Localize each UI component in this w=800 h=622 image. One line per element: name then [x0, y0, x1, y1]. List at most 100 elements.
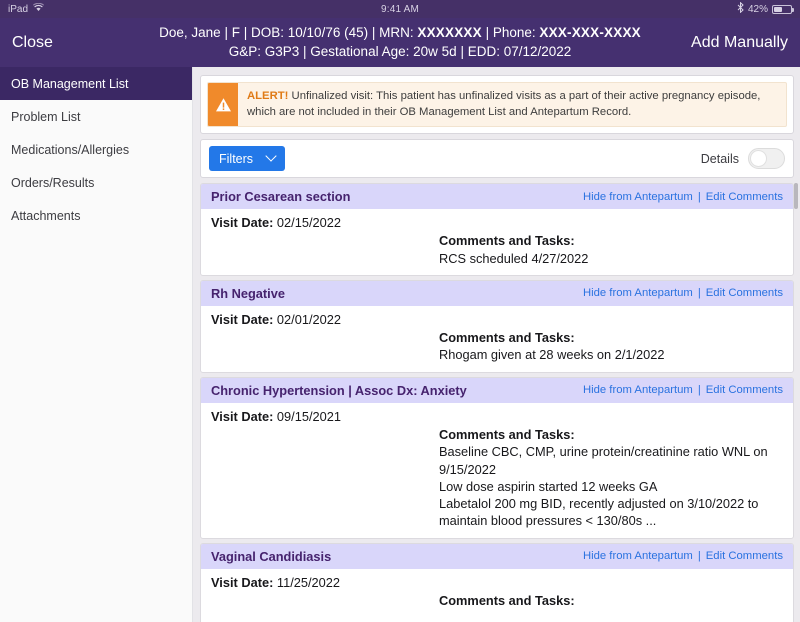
- comments-cell: Comments and Tasks: RCS scheduled 4/27/2…: [439, 215, 783, 267]
- details-toggle[interactable]: [748, 148, 785, 170]
- sidebar-item-attachments[interactable]: Attachments: [0, 199, 192, 232]
- sidebar-navigation: OB Management List Problem List Medicati…: [0, 67, 193, 622]
- visit-date-cell: Visit Date: 02/01/2022: [211, 312, 429, 364]
- alert-body-text: Unfinalized visit: This patient has unfi…: [247, 90, 761, 118]
- condition-body: Visit Date: 02/01/2022 Comments and Task…: [201, 306, 793, 372]
- gp-value: G3P3: [264, 43, 300, 59]
- battery-percent-label: 42%: [747, 3, 768, 15]
- app-screen: iPad 9:41 AM 42% Close Doe, Jane | F | D…: [0, 0, 800, 622]
- vertical-scrollbar[interactable]: [794, 183, 798, 210]
- condition-actions: Hide from Antepartum | Edit Comments: [583, 550, 783, 562]
- hide-from-antepartum-link[interactable]: Hide from Antepartum: [583, 191, 693, 203]
- condition-body: Visit Date: 02/15/2022 Comments and Task…: [201, 209, 793, 275]
- warning-triangle-icon: [208, 83, 238, 127]
- details-label: Details: [700, 151, 739, 166]
- sidebar-item-ob-management-list[interactable]: OB Management List: [0, 67, 192, 100]
- visit-date-label: Visit Date:: [211, 215, 274, 231]
- comments-cell: Comments and Tasks: Baseline CBC, CMP, u…: [439, 409, 783, 530]
- edit-comments-link[interactable]: Edit Comments: [706, 191, 783, 203]
- gestational-age-value: 20w 5d: [413, 43, 457, 59]
- comments-value: Baseline CBC, CMP, urine protein/creatin…: [439, 444, 768, 529]
- table-row: Rh Negative Hide from Antepartum | Edit …: [200, 279, 794, 373]
- hide-from-antepartum-link[interactable]: Hide from Antepartum: [583, 550, 693, 562]
- add-manually-button[interactable]: Add Manually: [691, 34, 788, 52]
- battery-icon: [772, 4, 794, 14]
- details-toggle-group: Details: [700, 148, 785, 170]
- visit-date-value: 02/15/2022: [276, 215, 341, 231]
- mrn-value: XXXXXXX: [417, 25, 482, 41]
- visit-date-cell: Visit Date: 11/25/2022: [211, 575, 429, 622]
- edit-comments-link[interactable]: Edit Comments: [706, 550, 783, 562]
- edit-comments-link[interactable]: Edit Comments: [706, 384, 783, 396]
- comments-label: Comments and Tasks:: [439, 233, 575, 249]
- sidebar-item-medications-allergies[interactable]: Medications/Allergies: [0, 133, 192, 166]
- condition-header: Vaginal Candidiasis Hide from Antepartum…: [201, 543, 793, 569]
- alert-message: ALERT! Unfinalized visit: This patient h…: [238, 83, 786, 126]
- condition-body: Visit Date: 11/25/2022 Comments and Task…: [201, 569, 793, 622]
- main-body: OB Management List Problem List Medicati…: [0, 67, 800, 622]
- sep: |: [243, 25, 251, 41]
- comments-value: Rhogam given at 28 weeks on 2/1/2022: [439, 347, 665, 363]
- details-toggle-knob: [750, 150, 767, 168]
- dob-label: DOB:: [251, 25, 285, 41]
- link-separator: |: [697, 287, 701, 300]
- patient-sex: F: [231, 25, 240, 41]
- comments-cell: Comments and Tasks: Rhogam given at 28 w…: [439, 312, 783, 364]
- sidebar-item-problem-list[interactable]: Problem List: [0, 100, 192, 133]
- gp-label: G&P:: [228, 43, 261, 59]
- comments-cell: Comments and Tasks:: [439, 575, 783, 622]
- close-button[interactable]: Close: [12, 34, 53, 52]
- comments-value: RCS scheduled 4/27/2022: [439, 250, 589, 266]
- visit-date-value: 11/25/2022: [276, 574, 341, 590]
- edit-comments-link[interactable]: Edit Comments: [706, 287, 783, 299]
- filters-button-label: Filters: [219, 151, 254, 166]
- dob-value: 10/10/76 (45): [287, 25, 369, 41]
- condition-body: Visit Date: 09/15/2021 Comments and Task…: [201, 403, 793, 538]
- link-separator: |: [697, 550, 701, 563]
- condition-actions: Hide from Antepartum | Edit Comments: [583, 191, 783, 203]
- hide-from-antepartum-link[interactable]: Hide from Antepartum: [583, 384, 693, 396]
- condition-title: Vaginal Candidiasis: [211, 548, 332, 564]
- link-separator: |: [697, 384, 701, 397]
- visit-date-value: 02/01/2022: [276, 311, 341, 327]
- status-bar-right: 42%: [737, 1, 794, 16]
- visit-date-value: 09/15/2021: [276, 408, 341, 424]
- sidebar-item-label: Problem List: [11, 109, 81, 124]
- mrn-label: MRN:: [379, 25, 414, 41]
- content-panel: ALERT! Unfinalized visit: This patient h…: [193, 67, 800, 622]
- chevron-down-icon: [265, 149, 277, 162]
- filters-button[interactable]: Filters: [209, 146, 286, 172]
- condition-list: Prior Cesarean section Hide from Antepar…: [200, 183, 798, 622]
- condition-title: Prior Cesarean section: [211, 189, 351, 205]
- sep: |: [460, 43, 468, 59]
- edd-value: 07/12/2022: [503, 43, 572, 59]
- sep: |: [224, 25, 232, 41]
- condition-title: Rh Negative: [211, 285, 285, 301]
- edd-label: EDD:: [467, 43, 500, 59]
- table-row: Vaginal Candidiasis Hide from Antepartum…: [200, 542, 794, 622]
- condition-header: Rh Negative Hide from Antepartum | Edit …: [201, 280, 793, 306]
- gestational-age-label: Gestational Age:: [310, 43, 410, 59]
- table-row: Prior Cesarean section Hide from Antepar…: [200, 183, 794, 276]
- hide-from-antepartum-link[interactable]: Hide from Antepartum: [583, 287, 693, 299]
- toolbar-card: Filters Details: [200, 139, 794, 179]
- condition-title: Chronic Hypertension | Assoc Dx: Anxiety: [211, 382, 467, 398]
- visit-date-label: Visit Date:: [211, 408, 274, 424]
- table-row: Chronic Hypertension | Assoc Dx: Anxiety…: [200, 376, 794, 539]
- top-navigation-bar: Close Doe, Jane | F | DOB: 10/10/76 (45)…: [0, 18, 800, 67]
- comments-label: Comments and Tasks:: [439, 592, 575, 608]
- sidebar-item-orders-results[interactable]: Orders/Results: [0, 166, 192, 199]
- link-separator: |: [697, 190, 701, 203]
- patient-demographics-line: Doe, Jane | F | DOB: 10/10/76 (45) | MRN…: [110, 24, 690, 42]
- status-bar-clock: 9:41 AM: [380, 3, 420, 15]
- visit-date-label: Visit Date:: [211, 574, 274, 590]
- visit-date-label: Visit Date:: [211, 311, 274, 327]
- alert-card: ALERT! Unfinalized visit: This patient h…: [200, 75, 794, 135]
- alert-banner: ALERT! Unfinalized visit: This patient h…: [207, 82, 787, 128]
- sidebar-item-label: Attachments: [11, 208, 81, 223]
- sidebar-item-label: OB Management List: [11, 76, 129, 91]
- phone-value: XXX-XXX-XXXX: [539, 25, 641, 41]
- phone-label: Phone:: [492, 25, 536, 41]
- comments-label: Comments and Tasks:: [439, 330, 575, 346]
- sep: |: [485, 25, 493, 41]
